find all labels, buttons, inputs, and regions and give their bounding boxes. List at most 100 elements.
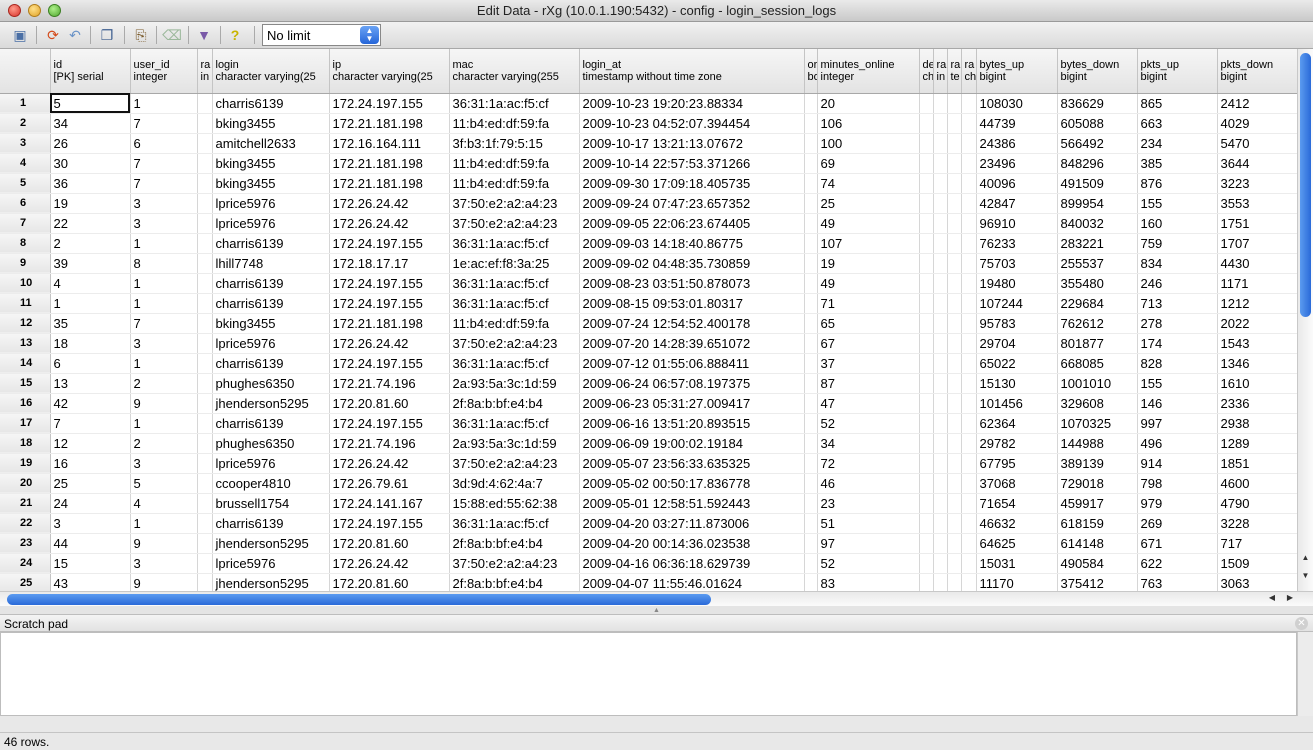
table-cell[interactable]: [961, 153, 977, 174]
table-cell[interactable]: 37:50:e2:a2:a4:23: [449, 333, 580, 354]
table-cell[interactable]: 1: [50, 293, 131, 314]
horizontal-scrollbar[interactable]: ◀ ▶: [0, 591, 1313, 606]
table-cell[interactable]: [804, 353, 818, 374]
table-cell[interactable]: 2009-07-24 12:54:52.400178: [579, 313, 805, 334]
table-cell[interactable]: [933, 193, 948, 214]
table-cell[interactable]: 172.24.197.155: [329, 353, 450, 374]
table-cell[interactable]: 622: [1137, 553, 1218, 574]
scroll-right-icon[interactable]: ▶: [1284, 593, 1296, 605]
column-header-bytes-up[interactable]: bytes_up bigint: [976, 49, 1058, 94]
table-row[interactable]: 12 35 7 bking3455 172.21.181.198 11:b4:ed:df:…: [0, 313, 1297, 334]
column-header-ip[interactable]: ip character varying(25: [329, 49, 450, 94]
save-icon[interactable]: ▣: [10, 25, 30, 45]
table-cell[interactable]: jhenderson5295: [212, 393, 330, 414]
table-cell[interactable]: 172.24.197.155: [329, 93, 450, 114]
table-cell[interactable]: 2009-09-02 04:48:35.730859: [579, 253, 805, 274]
table-cell[interactable]: 174: [1137, 333, 1218, 354]
table-cell[interactable]: [947, 333, 962, 354]
table-cell[interactable]: 7: [130, 153, 198, 174]
table-cell[interactable]: 12: [50, 433, 131, 454]
row-number[interactable]: 9: [0, 253, 51, 274]
table-cell[interactable]: [933, 393, 948, 414]
table-cell[interactable]: [197, 553, 213, 574]
table-cell[interactable]: 2009-10-23 04:52:07.394454: [579, 113, 805, 134]
table-cell[interactable]: 668085: [1057, 353, 1138, 374]
table-cell[interactable]: [933, 573, 948, 591]
table-cell[interactable]: [804, 373, 818, 394]
table-cell[interactable]: 9: [130, 393, 198, 414]
table-cell[interactable]: 36:31:1a:ac:f5:cf: [449, 293, 580, 314]
table-cell[interactable]: lprice5976: [212, 333, 330, 354]
table-cell[interactable]: 97: [817, 533, 920, 554]
table-cell[interactable]: 2009-04-07 11:55:46.01624: [579, 573, 805, 591]
table-cell[interactable]: ccooper4810: [212, 473, 330, 494]
table-row[interactable]: 9 39 8 lhill7748 172.18.17.17 1e:ac:ef:f8:3a:…: [0, 253, 1297, 274]
table-row[interactable]: 19 16 3 lprice5976 172.26.24.42 37:50:e2:a2:a…: [0, 453, 1297, 474]
table-cell[interactable]: 36:31:1a:ac:f5:cf: [449, 233, 580, 254]
table-cell[interactable]: [947, 553, 962, 574]
table-cell[interactable]: 3: [130, 333, 198, 354]
table-cell[interactable]: 2412: [1217, 93, 1297, 114]
table-cell[interactable]: 2009-07-12 01:55:06.888411: [579, 353, 805, 374]
table-cell[interactable]: 2022: [1217, 313, 1297, 334]
table-cell[interactable]: 713: [1137, 293, 1218, 314]
table-cell[interactable]: 329608: [1057, 393, 1138, 414]
table-cell[interactable]: 1171: [1217, 273, 1297, 294]
table-cell[interactable]: [961, 473, 977, 494]
row-number[interactable]: 17: [0, 413, 51, 434]
table-cell[interactable]: bking3455: [212, 113, 330, 134]
table-cell[interactable]: [197, 253, 213, 274]
table-cell[interactable]: [961, 353, 977, 374]
table-cell[interactable]: 605088: [1057, 113, 1138, 134]
table-cell[interactable]: 2a:93:5a:3c:1d:59: [449, 373, 580, 394]
table-row[interactable]: 8 2 1 charris6139 172.24.197.155 36:31:1a:ac:…: [0, 233, 1297, 254]
table-cell[interactable]: [919, 153, 934, 174]
refresh-icon[interactable]: ⟳: [43, 25, 63, 45]
table-cell[interactable]: 2009-10-17 13:21:13.07672: [579, 133, 805, 154]
row-number[interactable]: 21: [0, 493, 51, 514]
table-cell[interactable]: [197, 533, 213, 554]
table-cell[interactable]: 39: [50, 253, 131, 274]
table-cell[interactable]: [197, 353, 213, 374]
table-cell[interactable]: [804, 573, 818, 591]
table-row[interactable]: 1 5 1 charris6139 172.24.197.155 36:31:1a:ac:…: [0, 93, 1297, 114]
table-cell[interactable]: [919, 533, 934, 554]
table-cell[interactable]: 37:50:e2:a2:a4:23: [449, 453, 580, 474]
table-cell[interactable]: 490584: [1057, 553, 1138, 574]
column-header-login-at[interactable]: login_at timestamp without time zone: [579, 49, 805, 94]
vertical-scroll-thumb[interactable]: [1300, 53, 1311, 317]
table-cell[interactable]: 7: [130, 313, 198, 334]
table-cell[interactable]: 36: [50, 173, 131, 194]
table-cell[interactable]: jhenderson5295: [212, 573, 330, 591]
table-cell[interactable]: 74: [817, 173, 920, 194]
table-cell[interactable]: [933, 293, 948, 314]
table-cell[interactable]: 3228: [1217, 513, 1297, 534]
table-cell[interactable]: 36:31:1a:ac:f5:cf: [449, 273, 580, 294]
table-cell[interactable]: 51: [817, 513, 920, 534]
table-cell[interactable]: 42847: [976, 193, 1058, 214]
table-cell[interactable]: [919, 513, 934, 534]
table-cell[interactable]: 828: [1137, 353, 1218, 374]
table-cell[interactable]: 69: [817, 153, 920, 174]
table-cell[interactable]: 1e:ac:ef:f8:3a:25: [449, 253, 580, 274]
table-cell[interactable]: 836629: [1057, 93, 1138, 114]
table-cell[interactable]: 95783: [976, 313, 1058, 334]
table-cell[interactable]: [197, 213, 213, 234]
table-row[interactable]: 21 24 4 brussell1754 172.24.141.167 15:88:ed:…: [0, 493, 1297, 514]
table-cell[interactable]: 763: [1137, 573, 1218, 591]
table-cell[interactable]: bking3455: [212, 173, 330, 194]
table-cell[interactable]: 2009-04-20 03:27:11.873006: [579, 513, 805, 534]
table-cell[interactable]: [804, 453, 818, 474]
table-cell[interactable]: [961, 113, 977, 134]
table-cell[interactable]: [933, 333, 948, 354]
table-cell[interactable]: 19: [817, 253, 920, 274]
table-cell[interactable]: 100: [817, 133, 920, 154]
table-cell[interactable]: 2009-05-01 12:58:51.592443: [579, 493, 805, 514]
table-cell[interactable]: 7: [130, 173, 198, 194]
table-cell[interactable]: 67: [817, 333, 920, 354]
table-cell[interactable]: 2009-08-15 09:53:01.80317: [579, 293, 805, 314]
table-cell[interactable]: [197, 393, 213, 414]
table-cell[interactable]: [919, 473, 934, 494]
table-cell[interactable]: [197, 133, 213, 154]
table-cell[interactable]: 1851: [1217, 453, 1297, 474]
